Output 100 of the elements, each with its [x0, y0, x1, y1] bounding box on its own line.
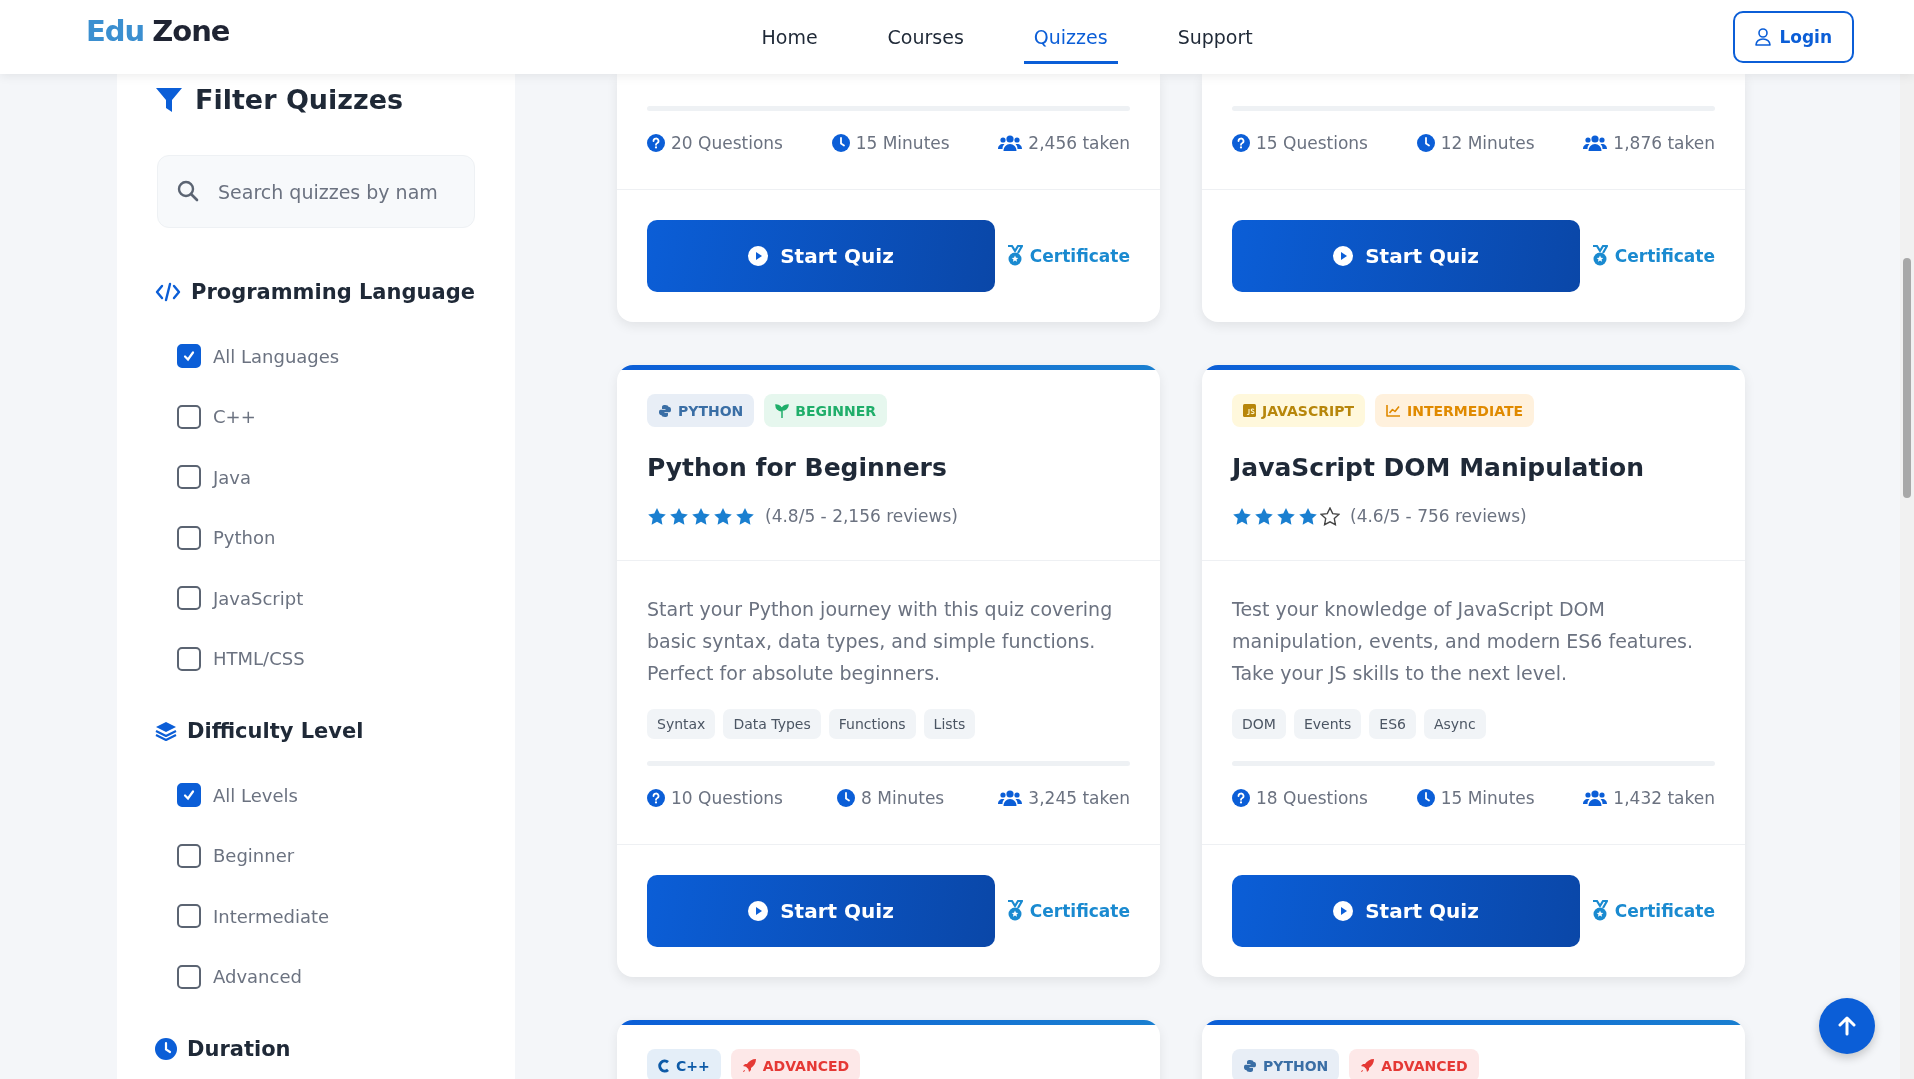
nav-link[interactable]: Courses	[877, 13, 974, 64]
stat-text: 20 Questions	[671, 133, 783, 153]
option-label: Beginner	[213, 845, 295, 867]
badge-label: PYTHON	[1263, 1057, 1329, 1074]
badge-label: JAVASCRIPT	[1262, 402, 1354, 419]
checkbox[interactable]	[177, 783, 201, 808]
clock-icon	[1416, 789, 1435, 807]
badge-label: C++	[676, 1057, 710, 1074]
option-label: All Languages	[213, 345, 340, 367]
play-icon	[1333, 901, 1354, 921]
play-icon	[748, 246, 769, 266]
option-label: JavaScript	[213, 587, 304, 609]
certificate-link[interactable]: Certificate	[1590, 245, 1715, 267]
star-icon	[1232, 506, 1252, 526]
topic-tag: ES6	[1369, 709, 1416, 739]
star-icon	[691, 506, 711, 526]
user-icon	[1755, 28, 1772, 46]
quiz-title: Python for Beginners	[647, 453, 948, 482]
topic-tag: Syntax	[647, 709, 716, 739]
play-icon	[748, 901, 769, 921]
checkbox[interactable]	[177, 344, 201, 369]
stat-text: 8 Minutes	[861, 788, 945, 808]
scrollbar-thumb[interactable]	[1903, 258, 1911, 498]
play-icon	[1333, 246, 1354, 266]
chart-line-icon	[1386, 404, 1401, 417]
checkbox[interactable]	[177, 646, 201, 671]
quiz-description: Start your Python journey with this quiz covering basic syntax, data types, and simple functions. Perfect for absolute beginners.	[647, 597, 1114, 686]
certificate-link[interactable]: Certificate	[1005, 245, 1130, 267]
nav-link[interactable]: Home	[751, 13, 828, 64]
question-icon	[1232, 134, 1250, 152]
stat-text: 1,432 taken	[1613, 788, 1715, 808]
seedling-icon	[775, 403, 790, 418]
filter-icon	[155, 85, 183, 114]
option-label: HTML/CSS	[213, 648, 305, 670]
checkbox[interactable]	[177, 904, 201, 929]
medal-icon	[1590, 900, 1609, 922]
c-letter-icon	[658, 1058, 670, 1073]
users-icon	[1583, 789, 1608, 807]
sidebar-title: Filter Quizzes	[195, 84, 404, 115]
star-icon	[1276, 506, 1296, 526]
start-quiz-button[interactable]: Start Quiz	[647, 875, 995, 947]
badge-label: ADVANCED	[762, 1057, 850, 1074]
question-icon	[1232, 789, 1250, 807]
topic-tag: Data Types	[723, 709, 821, 739]
badge-label: ADVANCED	[1381, 1057, 1468, 1074]
topic-tag: Functions	[828, 709, 916, 739]
section-heading: Duration	[187, 1037, 291, 1061]
topic-tag: Events	[1293, 709, 1362, 739]
option-label: Python	[213, 527, 276, 549]
start-quiz-button[interactable]: Start Quiz	[1232, 220, 1580, 292]
star-icon	[647, 506, 667, 526]
badge-label: BEGINNER	[795, 402, 876, 419]
rocket-icon	[741, 1058, 757, 1073]
checkbox[interactable]	[177, 404, 201, 429]
checkbox[interactable]	[177, 964, 201, 989]
option-label: All Levels	[213, 784, 298, 806]
users-icon	[1583, 134, 1608, 152]
stat-text: 3,245 taken	[1028, 788, 1130, 808]
medal-icon	[1005, 900, 1024, 922]
option-label: Advanced	[213, 966, 302, 988]
question-icon	[647, 134, 665, 152]
clock-icon	[837, 789, 856, 807]
check-icon	[182, 788, 196, 803]
start-quiz-button[interactable]: Start Quiz	[647, 220, 995, 292]
back-to-top-button[interactable]	[1819, 998, 1875, 1054]
question-icon	[647, 789, 665, 807]
stat-text: 10 Questions	[671, 788, 783, 808]
code-icon	[155, 282, 181, 302]
section-heading: Difficulty Level	[187, 719, 364, 743]
stat-text: 18 Questions	[1256, 788, 1368, 808]
nav-link[interactable]: Support	[1167, 13, 1263, 64]
python-icon	[658, 403, 672, 418]
checkbox[interactable]	[177, 843, 201, 868]
checkbox[interactable]	[177, 586, 201, 611]
checkbox[interactable]	[177, 465, 201, 490]
search-icon	[177, 180, 199, 202]
stat-text: 15 Questions	[1256, 133, 1368, 153]
login-button[interactable]: Login	[1733, 11, 1854, 63]
nav-link[interactable]: Quizzes	[1023, 13, 1118, 64]
logo[interactable]: Edu Zone	[86, 14, 230, 48]
medal-icon	[1005, 245, 1024, 267]
option-label: C++	[213, 406, 256, 428]
layers-icon	[155, 721, 177, 741]
stat-text: 15 Minutes	[855, 133, 950, 153]
users-icon	[998, 789, 1023, 807]
topic-tag: Lists	[923, 709, 976, 739]
stat-text: 15 Minutes	[1440, 788, 1535, 808]
star-outline-icon	[1320, 506, 1340, 526]
rating-text: (4.6/5 - 756 reviews)	[1350, 506, 1527, 526]
start-quiz-button[interactable]: Start Quiz	[1232, 875, 1580, 947]
search-field[interactable]: Search quizzes by nam	[157, 155, 475, 228]
quiz-title: JavaScript DOM Manipulation	[1232, 453, 1645, 482]
certificate-link[interactable]: Certificate	[1005, 900, 1130, 922]
certificate-link[interactable]: Certificate	[1590, 900, 1715, 922]
stat-text: 2,456 taken	[1028, 133, 1130, 153]
clock-icon	[831, 134, 850, 152]
option-label: Java	[213, 466, 252, 488]
checkbox[interactable]	[177, 525, 201, 550]
star-icon	[1298, 506, 1318, 526]
section-heading: Programming Language	[191, 280, 475, 304]
